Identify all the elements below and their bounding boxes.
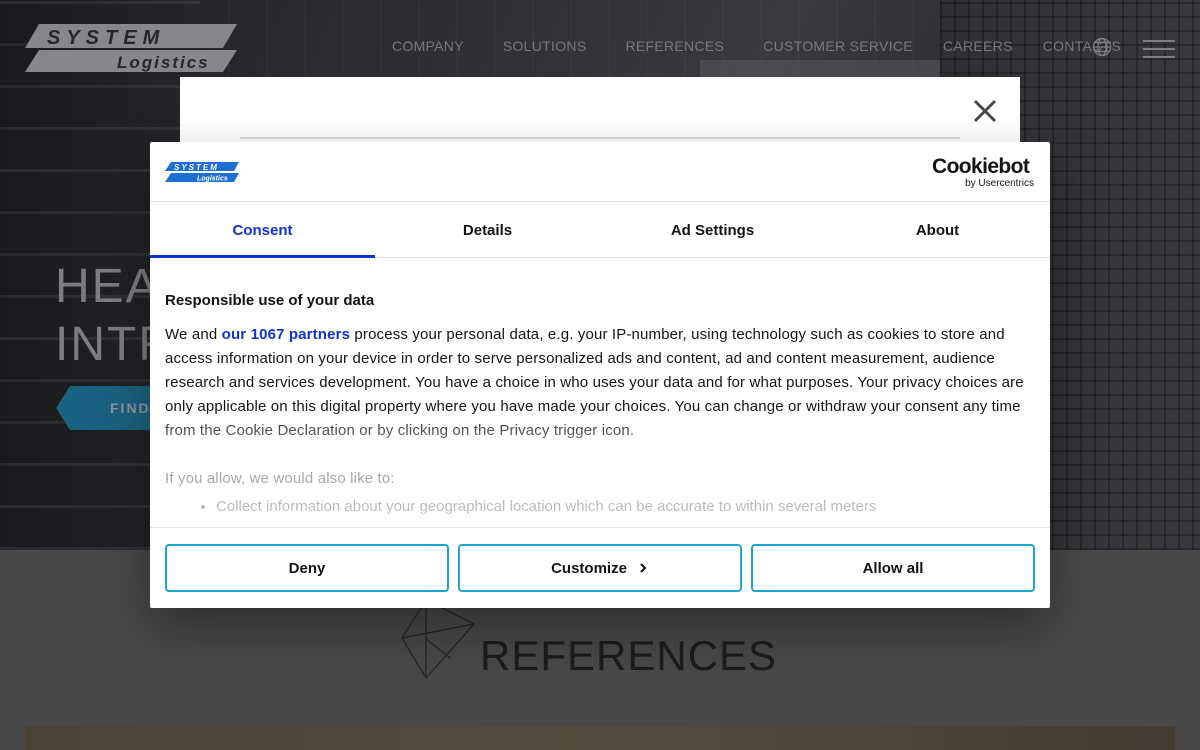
cookie-dialog-header: SYSTEM Logistics Cookiebot by Usercentri… [150, 142, 1050, 202]
cookie-site-logo: SYSTEM Logistics [165, 162, 239, 182]
chevron-right-icon [640, 563, 647, 573]
deny-button-label: Deny [288, 559, 326, 577]
customize-button-label: Customize [551, 559, 627, 577]
cookie-dialog-body[interactable]: Responsible use of your data We and our … [150, 258, 1050, 526]
cookie-tabs: Consent Details Ad Settings About [150, 202, 1050, 258]
allow-all-button-label: Allow all [862, 559, 924, 577]
consent-text-pre: We and [165, 326, 222, 343]
close-icon[interactable] [970, 96, 1000, 126]
popup-divider [240, 137, 960, 139]
tab-details[interactable]: Details [375, 202, 600, 257]
deny-button[interactable]: Deny [165, 544, 449, 592]
list-item: Collect information about your geographi… [216, 495, 1035, 519]
tab-about[interactable]: About [825, 202, 1050, 257]
consent-also-list: Collect information about your geographi… [216, 495, 1035, 519]
cookiebot-wordmark: Cookiebot [932, 155, 1030, 178]
cookie-logo-word-logistics: Logistics [197, 176, 228, 183]
partners-link[interactable]: our 1067 partners [222, 326, 350, 343]
cookie-consent-dialog: SYSTEM Logistics Cookiebot by Usercentri… [150, 142, 1050, 608]
customize-button[interactable]: Customize [458, 544, 742, 592]
tab-consent[interactable]: Consent [150, 202, 375, 258]
allow-all-button[interactable]: Allow all [751, 544, 1035, 592]
tab-ad-settings[interactable]: Ad Settings [600, 202, 825, 257]
cookie-logo-word-system: SYSTEM [174, 163, 219, 172]
consent-heading: Responsible use of your data [165, 292, 375, 309]
cookiebot-brand[interactable]: Cookiebot by Usercentrics [932, 156, 1036, 190]
cookie-dialog-footer: Deny Customize Allow all [150, 527, 1050, 608]
consent-also-text: If you allow, we would also like to: [165, 470, 395, 487]
consent-description: We and our 1067 partners process your pe… [165, 323, 1035, 443]
cookiebot-byline: by Usercentrics [965, 178, 1034, 189]
